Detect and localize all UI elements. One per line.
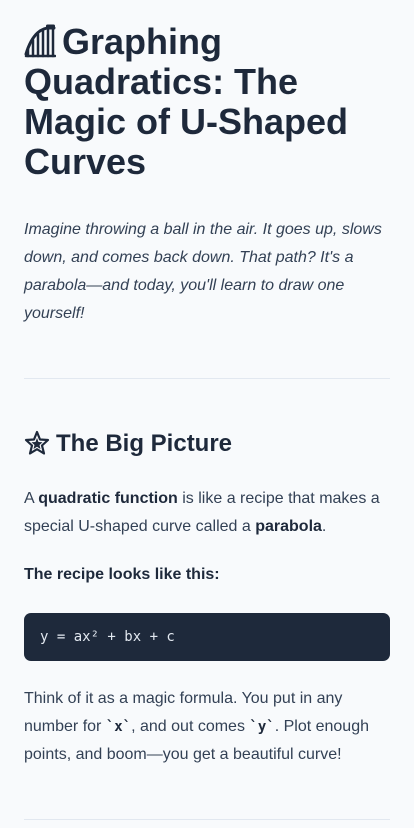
section-divider-bottom xyxy=(24,819,390,820)
lesson-page: Graphing Quadratics: The Magic of U-Shap… xyxy=(0,0,414,820)
glowing-star-icon xyxy=(24,430,50,456)
formula-code: y = ax² + bx + c xyxy=(40,629,175,645)
section-heading: The Big Picture xyxy=(24,429,390,459)
inline-code-y: `y` xyxy=(249,719,275,735)
explanation-paragraph: Think of it as a magic formula. You put … xyxy=(24,685,390,769)
roller-coaster-icon xyxy=(24,24,57,58)
section-heading-text: The Big Picture xyxy=(56,430,233,457)
inline-code-x: `x` xyxy=(105,719,132,735)
definition-text-1: A xyxy=(24,490,39,507)
formula-code-block: y = ax² + bx + c xyxy=(24,613,390,661)
definition-text-3: . xyxy=(321,518,327,535)
recipe-label: The recipe looks like this: xyxy=(24,566,220,583)
quadratic-function-term: quadratic function xyxy=(38,490,178,507)
page-title: Graphing Quadratics: The Magic of U-Shap… xyxy=(24,22,390,182)
section-divider xyxy=(24,378,390,379)
parabola-term: parabola xyxy=(255,518,322,535)
page-title-text: Graphing Quadratics: The Magic of U-Shap… xyxy=(24,21,349,182)
explanation-text-2: , and out comes xyxy=(131,718,250,735)
definition-paragraph: A quadratic function is like a recipe th… xyxy=(24,485,390,541)
intro-paragraph: Imagine throwing a ball in the air. It g… xyxy=(24,221,382,322)
